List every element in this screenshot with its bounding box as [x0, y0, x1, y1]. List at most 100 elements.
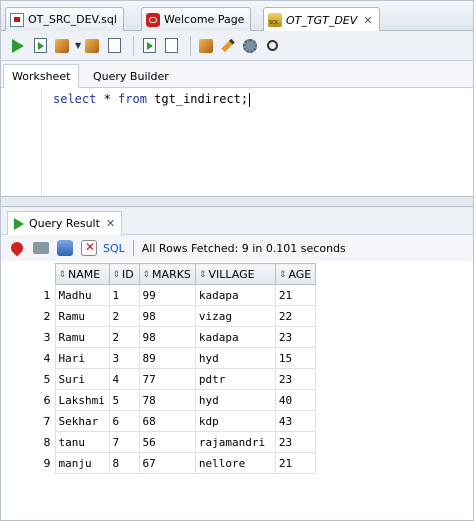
tune-button[interactable]: [105, 37, 123, 55]
cell-id[interactable]: 6: [108, 410, 140, 432]
cell-id[interactable]: 4: [108, 368, 140, 390]
cell-name[interactable]: Suri: [54, 368, 110, 390]
cell-name[interactable]: manju: [54, 452, 110, 474]
cell-age[interactable]: 21: [274, 452, 317, 474]
row-number: 4: [43, 351, 51, 365]
cell-village[interactable]: rajamandri: [194, 431, 276, 453]
autotrace-icon: [55, 38, 69, 53]
cell-name[interactable]: Ramu: [54, 326, 110, 348]
cell-marks[interactable]: 78: [138, 389, 196, 411]
table-row[interactable]: 9 manju 8 67 nellore 21: [9, 452, 317, 474]
explain-plan-button[interactable]: [83, 37, 101, 55]
tab-query-result[interactable]: Query Result ✕: [7, 211, 123, 235]
cell-village[interactable]: hyd: [194, 347, 276, 369]
table-row[interactable]: 3 Ramu 2 98 kadapa 23: [9, 326, 317, 348]
cell-village[interactable]: vizag: [194, 305, 276, 327]
cell-village[interactable]: kadapa: [194, 284, 276, 306]
column-header-name[interactable]: ⇕ NAME: [54, 263, 110, 285]
sql-editor[interactable]: select * from tgt_indirect;: [1, 88, 473, 196]
cell-age[interactable]: 23: [274, 326, 317, 348]
find-button[interactable]: [263, 37, 281, 55]
history-button[interactable]: [241, 37, 259, 55]
cell-marks[interactable]: 77: [138, 368, 196, 390]
table-row[interactable]: 4 Hari 3 89 hyd 15: [9, 347, 317, 369]
cell-id[interactable]: 1: [108, 284, 140, 306]
cell-name[interactable]: Ramu: [54, 305, 110, 327]
cell-village[interactable]: hyd: [194, 389, 276, 411]
sql-file-icon: [10, 12, 24, 27]
cell-marks[interactable]: 67: [138, 452, 196, 474]
cell-id[interactable]: 8: [108, 452, 140, 474]
cell-id[interactable]: 3: [108, 347, 140, 369]
table-row[interactable]: 8 tanu 7 56 rajamandri 23: [9, 431, 317, 453]
column-header-marks[interactable]: ⇕ MARKS: [138, 263, 196, 285]
autotrace-button[interactable]: [53, 37, 71, 55]
cell-age[interactable]: 15: [274, 347, 317, 369]
column-header-village[interactable]: ⇕ VILLAGE: [194, 263, 276, 285]
fetch-status: All Rows Fetched: 9 in 0.101 seconds: [141, 241, 346, 255]
panel-splitter[interactable]: [1, 196, 473, 207]
table-row[interactable]: 5 Suri 4 77 pdtr 23: [9, 368, 317, 390]
cell-name[interactable]: Lakshmi: [54, 389, 110, 411]
table-row[interactable]: 7 Sekhar 6 68 kdp 43: [9, 410, 317, 432]
tab-ot-src-dev-sql[interactable]: OT_SRC_DEV.sql: [5, 7, 124, 31]
cell-village[interactable]: kdp: [194, 410, 276, 432]
cell-marks[interactable]: 98: [138, 326, 196, 348]
row-number: 1: [43, 288, 51, 302]
tab-worksheet[interactable]: Worksheet: [3, 64, 80, 88]
table-row[interactable]: 1 Madhu 1 99 kadapa 21: [9, 284, 317, 306]
delete-icon[interactable]: [81, 240, 97, 256]
search-icon: [266, 40, 278, 51]
cell-age[interactable]: 40: [274, 389, 317, 411]
column-header-age[interactable]: ⇕ AGE: [274, 263, 317, 285]
cell-marks[interactable]: 56: [138, 431, 196, 453]
cell-marks[interactable]: 68: [138, 410, 196, 432]
refresh-icon[interactable]: [57, 240, 73, 256]
cell-age[interactable]: 22: [274, 305, 317, 327]
column-header-id[interactable]: ⇕ ID: [108, 263, 140, 285]
rollback-button[interactable]: [162, 37, 180, 55]
cell-marks[interactable]: 98: [138, 305, 196, 327]
unshared-sql-button[interactable]: [197, 37, 215, 55]
cell-name[interactable]: Sekhar: [54, 410, 110, 432]
sql-link[interactable]: SQL: [103, 242, 125, 255]
text-caret: [249, 92, 251, 107]
cell-name[interactable]: Hari: [54, 347, 110, 369]
tab-ot-tgt-dev[interactable]: OT_TGT_DEV ✕: [263, 7, 380, 32]
sort-icon: ⇕: [142, 269, 151, 280]
cell-marks[interactable]: 99: [138, 284, 196, 306]
cell-id[interactable]: 5: [108, 389, 140, 411]
cell-village[interactable]: nellore: [194, 452, 276, 474]
tab-query-builder[interactable]: Query Builder: [85, 64, 177, 88]
pin-icon[interactable]: [8, 239, 26, 257]
close-icon[interactable]: ✕: [106, 217, 115, 230]
cell-name[interactable]: tanu: [54, 431, 110, 453]
cell-village[interactable]: pdtr: [194, 368, 276, 390]
cell-name[interactable]: Madhu: [54, 284, 110, 306]
tab-welcome-page[interactable]: Welcome Page: [141, 7, 252, 31]
cell-marks[interactable]: 89: [138, 347, 196, 369]
row-number: 2: [43, 309, 51, 323]
cell-id[interactable]: 7: [108, 431, 140, 453]
run-statement-button[interactable]: [9, 37, 27, 55]
cell-age[interactable]: 23: [274, 368, 317, 390]
cell-id[interactable]: 2: [108, 326, 140, 348]
dropdown-arrow-icon[interactable]: ▼: [75, 41, 83, 50]
print-icon[interactable]: [33, 242, 49, 254]
commit-button[interactable]: [140, 37, 158, 55]
worksheet-tab-bar: Worksheet Query Builder: [1, 61, 473, 88]
close-icon[interactable]: ✕: [363, 14, 372, 27]
table-row[interactable]: 6 Lakshmi 5 78 hyd 40: [9, 389, 317, 411]
clear-button[interactable]: [219, 37, 237, 55]
toolbar-separator: [133, 35, 134, 56]
cell-age[interactable]: 21: [274, 284, 317, 306]
worksheet-toolbar: ▼: [1, 31, 473, 61]
cell-village[interactable]: kadapa: [194, 326, 276, 348]
table-row[interactable]: 2 Ramu 2 98 vizag 22: [9, 305, 317, 327]
cell-age[interactable]: 23: [274, 431, 317, 453]
run-script-button[interactable]: [31, 37, 49, 55]
row-number: 8: [43, 435, 51, 449]
cell-id[interactable]: 2: [108, 305, 140, 327]
query-result-icon: [14, 217, 24, 230]
cell-age[interactable]: 43: [274, 410, 317, 432]
